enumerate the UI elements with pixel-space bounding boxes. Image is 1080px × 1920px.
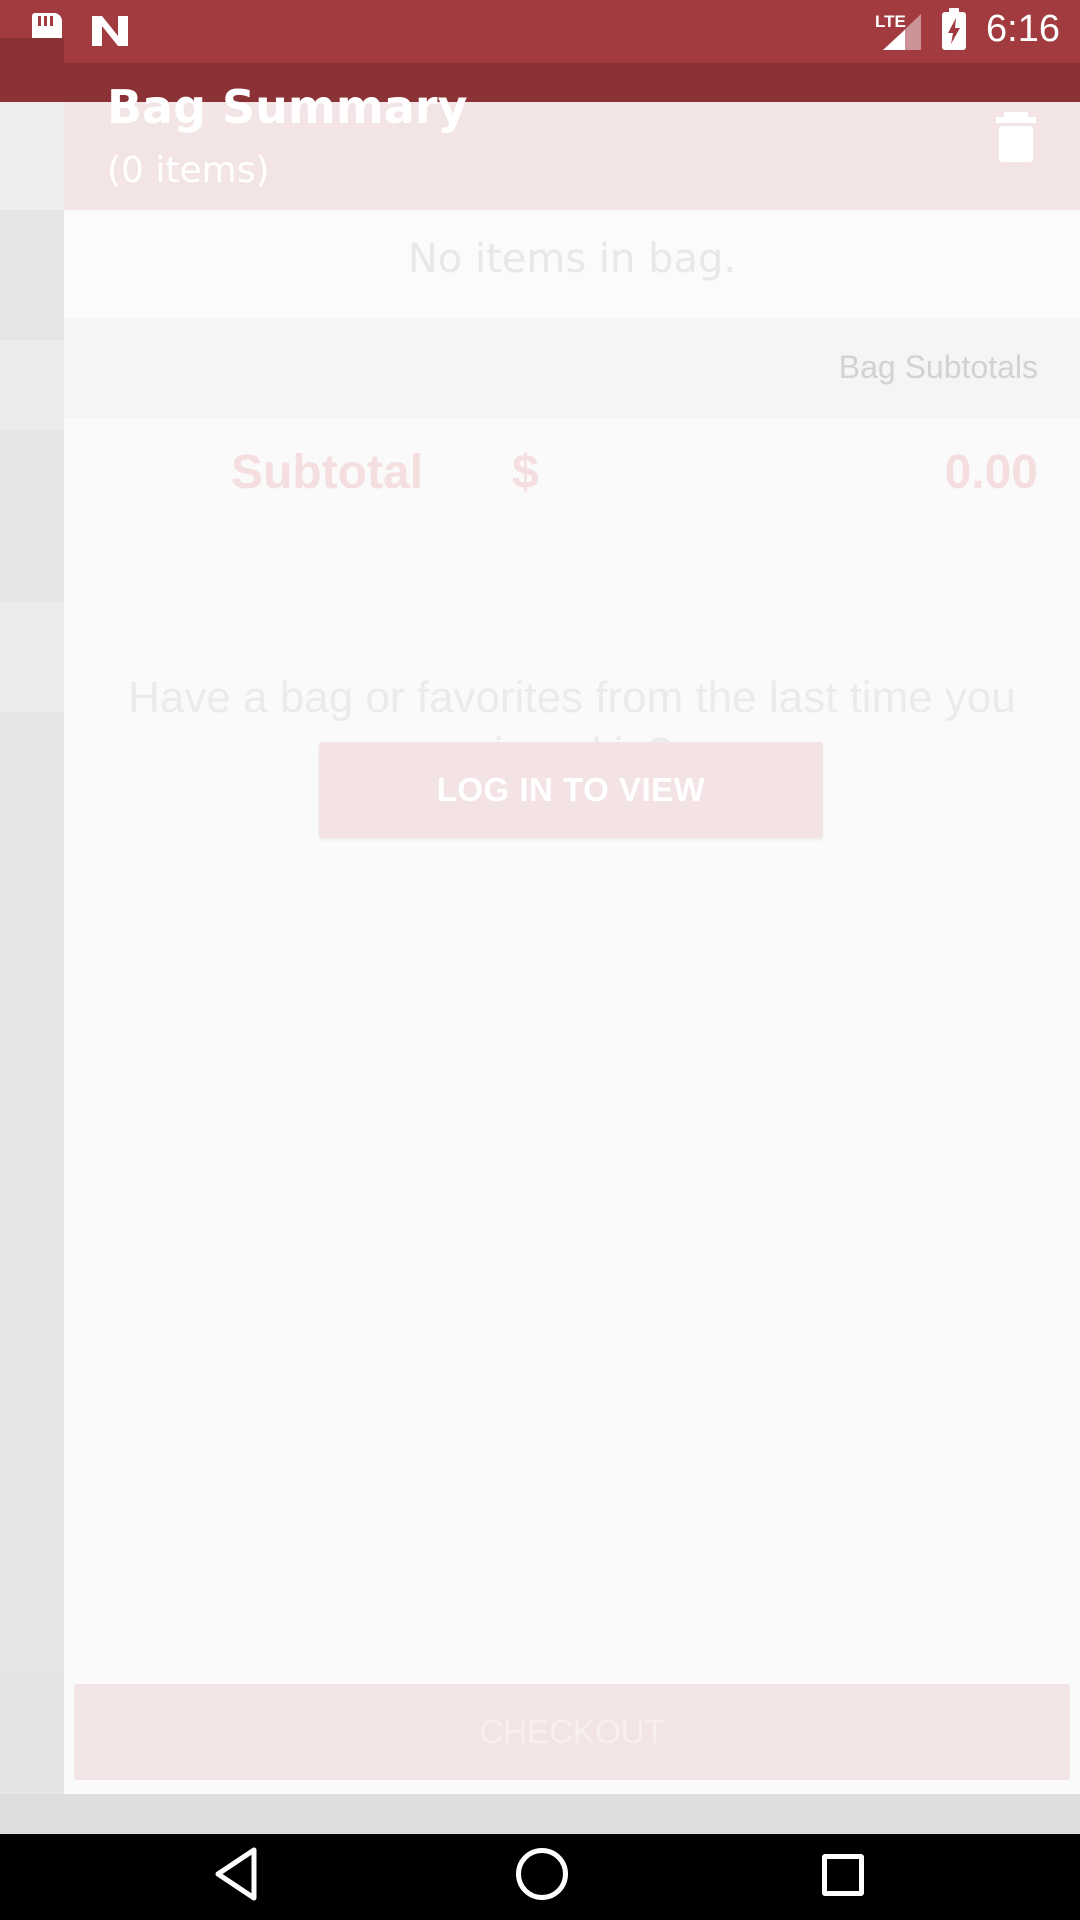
status-bar: LTE 6:16: [0, 0, 1080, 63]
n-notification-icon: [92, 16, 128, 46]
recent-apps-icon[interactable]: [822, 1854, 864, 1896]
navigation-bar: [0, 1834, 1080, 1920]
empty-bag-message: No items in bag.: [407, 236, 737, 282]
subtotal-label: Subtotal: [231, 446, 423, 499]
log-in-to-view-button[interactable]: LOG IN TO VIEW: [319, 742, 823, 838]
page-title: Bag Summary: [107, 80, 468, 134]
currency-symbol: $: [512, 446, 539, 499]
underlying-screen-strip[interactable]: [0, 102, 64, 1792]
subtotals-section-label: Bag Subtotals: [838, 349, 1038, 385]
app-bar-edge: [0, 38, 64, 63]
trash-icon[interactable]: [996, 112, 1036, 162]
signal-icon: [883, 14, 921, 50]
battery-charging-icon: [942, 8, 966, 50]
bag-summary-drawer: Bag Summary (0 items) No items in bag. B…: [64, 80, 1080, 1794]
clock: 6:16: [986, 8, 1060, 50]
checkout-button[interactable]: CHECKOUT: [74, 1684, 1070, 1780]
item-count: (0 items): [107, 150, 270, 191]
subtotal-value: 0.00: [944, 446, 1038, 499]
bottom-divider: [0, 1794, 1080, 1834]
home-icon[interactable]: [516, 1848, 568, 1900]
back-icon[interactable]: [212, 1846, 260, 1902]
